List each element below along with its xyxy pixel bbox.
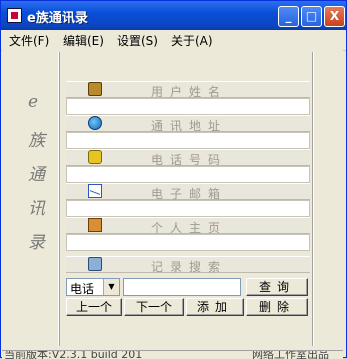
search-type-select[interactable]: 电话 ▼ [66,278,120,296]
prev-button[interactable]: 上一个 [66,298,122,316]
phone-icon [88,150,102,164]
field-label-address: 通讯地址 [66,115,310,133]
navigation-buttons: 上一个 下一个 添加 删除 [66,298,310,316]
menu-about[interactable]: 关于(A) [171,32,213,49]
vertical-title-char: 通 [28,165,45,185]
home-icon [88,218,102,232]
address-field[interactable] [66,132,310,149]
vertical-title-char: 录 [28,233,45,253]
vertical-title-char: 讯 [28,199,45,219]
client-area: e 族 通 讯 录 用户姓名 通讯地址 电话号码 电子邮箱 个人主页 记录搜索 … [2,50,343,350]
homepage-field[interactable] [66,234,310,251]
vertical-title-panel: e 族 通 讯 录 [8,52,59,346]
mail-icon [88,184,102,198]
app-icon [7,8,22,23]
phone-field[interactable] [66,166,310,183]
search-icon [88,257,102,271]
search-type-value: 电话 [70,282,95,296]
vertical-title-char: 族 [28,131,45,151]
email-field[interactable] [66,200,310,217]
field-label-search: 记录搜索 [66,256,310,274]
close-button[interactable]: X [324,6,345,27]
field-label-phone: 电话号码 [66,149,310,167]
menu-bar: 文件(F) 编辑(E) 设置(S) 关于(A) [1,30,346,51]
vertical-title-char: e [28,92,39,112]
menu-settings[interactable]: 设置(S) [117,32,158,49]
field-label-name: 用户姓名 [66,81,310,99]
title-bar[interactable]: e族通讯录 _ □ X [1,1,346,30]
search-input[interactable] [123,278,241,296]
maximize-button[interactable]: □ [301,6,322,27]
right-divider [312,52,314,346]
search-bar: 电话 ▼ 查询 [66,277,310,297]
menu-edit[interactable]: 编辑(E) [63,32,104,49]
name-field[interactable] [66,98,310,115]
field-label-homepage: 个人主页 [66,217,310,235]
delete-button[interactable]: 删除 [246,298,308,316]
window-title: e族通讯录 [27,11,88,26]
query-button[interactable]: 查询 [246,278,308,296]
menu-file[interactable]: 文件(F) [9,32,49,49]
field-label-email: 电子邮箱 [66,183,310,201]
address-icon [88,116,102,130]
user-icon [88,82,102,96]
next-button[interactable]: 下一个 [124,298,184,316]
chevron-down-icon[interactable]: ▼ [103,279,119,295]
field-label-text: 记录搜索 [151,260,228,274]
add-button[interactable]: 添加 [186,298,244,316]
minimize-button[interactable]: _ [278,6,299,27]
